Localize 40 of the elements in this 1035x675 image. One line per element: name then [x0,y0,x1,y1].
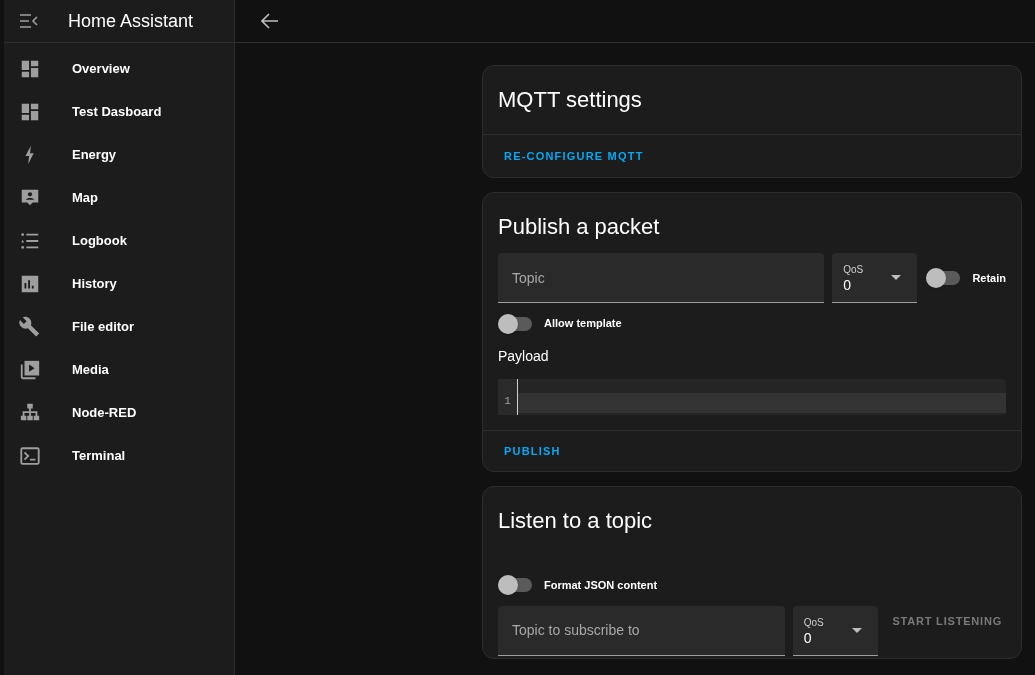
code-editor[interactable]: 1 [498,378,1006,415]
card-title: MQTT settings [497,86,643,114]
sidebar-item[interactable]: File editor [4,305,234,348]
nav-icon [19,358,41,381]
allow-template-label: Allow template [544,316,622,332]
qos-label: QoS [803,615,824,630]
retain-label: Retain [972,271,1006,286]
toggle-switch[interactable] [926,271,961,286]
sidebar-item[interactable]: Terminal [4,434,234,477]
nav-icon [19,444,41,467]
reconfigure-button[interactable]: RE-CONFIGURE MQTT [491,143,657,170]
sidebar-item[interactable]: Map [4,176,234,219]
qos-dropdown[interactable]: QoS 0 [792,605,879,656]
nav-icon [19,315,41,338]
menu-icon[interactable] [19,11,39,31]
sidebar-item[interactable]: Test Dasboard [4,90,234,133]
sidebar-item[interactable]: Media [4,348,234,391]
sidebar-item[interactable]: Energy [4,133,234,176]
dropdown-caret-icon [891,275,902,281]
back-arrow-icon[interactable] [261,12,279,30]
sidebar-item[interactable]: Node-RED [4,391,234,434]
sidebar-item[interactable]: Logbook [4,219,234,262]
sidebar-item[interactable]: History [4,262,234,305]
dropdown-caret-icon [852,627,863,633]
card-title: Listen to a topic [497,507,654,535]
qos-value: 0 [803,629,813,646]
publish-button[interactable]: PUBLISH [491,438,574,464]
card-title: Publish a packet [497,213,661,242]
topic-field[interactable]: Topic [498,253,825,304]
format-json-label: Format JSON content [544,578,658,593]
qos-value: 0 [843,277,852,294]
payload-label: Payload [497,346,550,366]
app-title: Home Assistant [68,9,194,33]
sidebar-item[interactable]: Overview [4,47,234,90]
qos-label: QoS [843,263,864,278]
qos-dropdown[interactable]: QoS 0 [832,253,918,304]
subscribe-topic-field[interactable]: Topic to subscribe to [498,605,785,656]
toggle-switch[interactable] [498,578,532,593]
line-number: 1 [504,394,511,410]
toggle-switch[interactable] [498,316,532,331]
